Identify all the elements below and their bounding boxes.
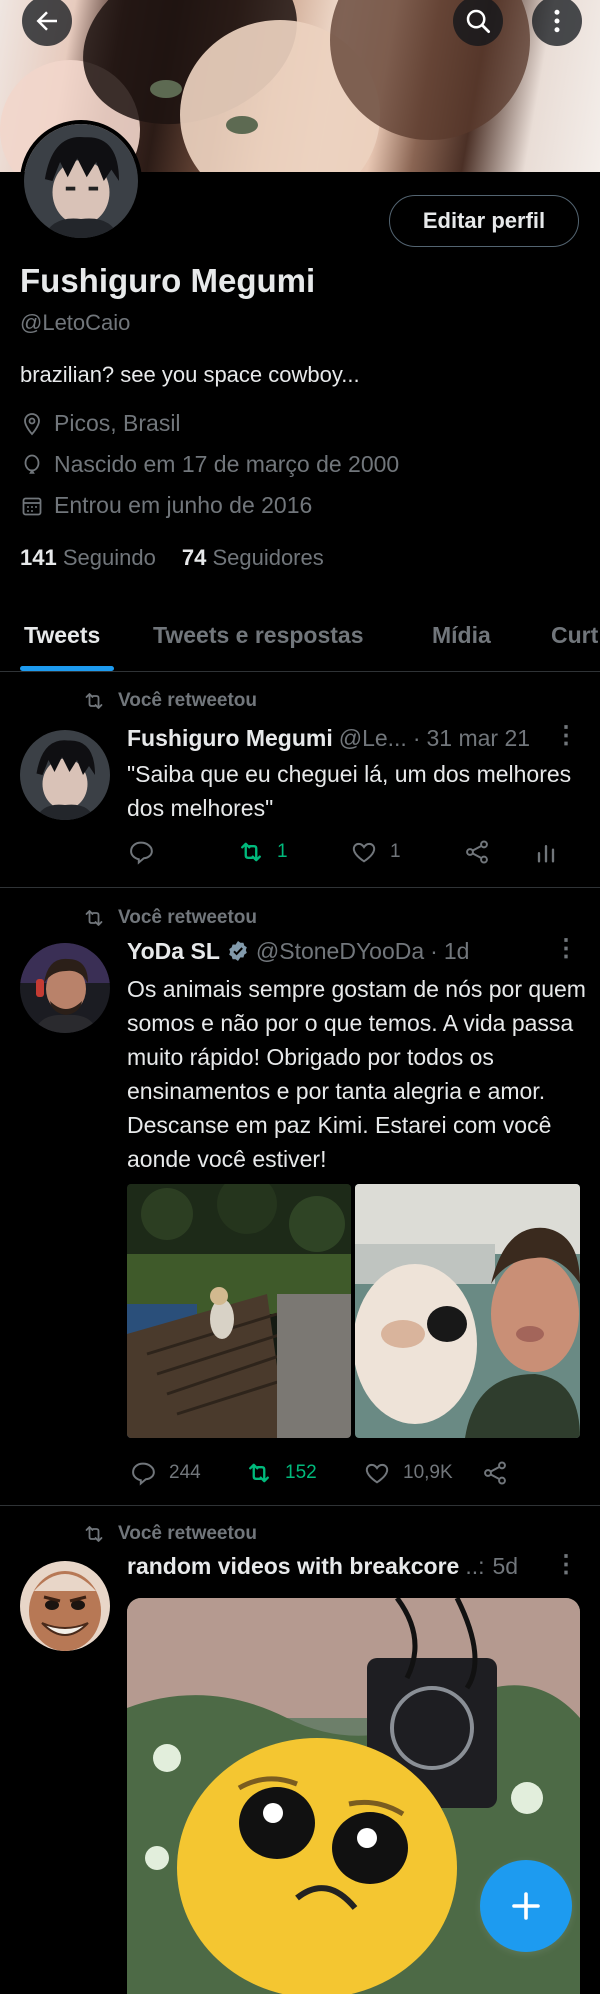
location-pin-icon: [24, 412, 40, 435]
retweet-count: 1: [277, 841, 288, 862]
plus-icon: [512, 1892, 540, 1920]
tweet-timestamp[interactable]: 31 mar 21: [427, 725, 531, 752]
reply-icon: [130, 841, 153, 865]
analytics-button[interactable]: [532, 838, 560, 866]
tweet-photo-1[interactable]: [127, 1184, 351, 1438]
tweet-more-icon[interactable]: ⋮: [554, 721, 578, 750]
tweet-author-handle[interactable]: ..:: [465, 1553, 484, 1580]
following-count: 141: [20, 545, 57, 570]
birthdate-text: Nascido em 17 de março de 2000: [54, 451, 400, 477]
heart-icon: [365, 1463, 389, 1484]
retweet-icon: [249, 1463, 269, 1483]
heart-icon: [352, 842, 376, 863]
calendar-icon: [22, 497, 42, 515]
tweet-actions: 244 152 10,9K: [127, 1459, 567, 1491]
tweet-more-icon[interactable]: ⋮: [554, 1550, 578, 1579]
tweet-timestamp[interactable]: 1d: [444, 938, 470, 965]
like-button[interactable]: 1: [350, 838, 401, 866]
tweet-item[interactable]: Você retweetou Fushiguro Megumi @Le... ·…: [0, 673, 600, 888]
location-text: Picos, Brasil: [54, 410, 181, 436]
tab-tweets[interactable]: Tweets: [24, 622, 100, 649]
retweet-icon: [85, 910, 103, 926]
retweet-context: Você retweetou: [82, 689, 257, 713]
profile-name: Fushiguro Megumi: [20, 262, 316, 299]
tweet-item[interactable]: Você retweetou YoDa SL @StoneDYooDa · 1d…: [0, 888, 600, 1506]
retweet-icon: [85, 693, 103, 709]
retweet-icon: [85, 1526, 103, 1542]
edit-profile-button[interactable]: Editar perfil: [389, 195, 579, 247]
separator-dot: ·: [412, 724, 421, 751]
tweet-header: Fushiguro Megumi @Le... · 31 mar 21: [127, 723, 580, 753]
search-icon: [466, 9, 490, 33]
tweet-author-name[interactable]: YoDa SL: [127, 938, 220, 965]
more-vertical-icon: [554, 9, 560, 33]
retweet-button[interactable]: 152: [245, 1459, 317, 1487]
tweet-author-handle[interactable]: @Le...: [339, 725, 407, 752]
tab-tweets-replies[interactable]: Tweets e respostas: [153, 622, 364, 649]
tweet-author-name[interactable]: random videos with breakcore: [127, 1553, 459, 1580]
active-tab-indicator: [20, 666, 114, 671]
tweet-header: YoDa SL @StoneDYooDa · 1d: [127, 936, 580, 966]
avatar-art: [20, 730, 110, 820]
reply-button[interactable]: 244: [129, 1459, 201, 1487]
tweet-avatar[interactable]: [20, 943, 110, 1033]
share-button[interactable]: [481, 1459, 509, 1487]
joined-text: Entrou em junho de 2016: [54, 492, 313, 518]
retweet-label: Você retweetou: [118, 907, 258, 928]
reply-count: 244: [169, 1462, 201, 1483]
separator-dot: ·: [430, 937, 438, 964]
retweet-context: Você retweetou: [82, 1522, 257, 1546]
arrow-left-icon: [36, 11, 57, 31]
tweet-timestamp[interactable]: 5d: [493, 1553, 519, 1580]
compose-tweet-button[interactable]: [480, 1860, 572, 1952]
retweet-icon: [241, 842, 261, 862]
like-count: 1: [390, 841, 401, 862]
avatar-art: [20, 943, 110, 1033]
profile-bio: brazilian? see you space cowboy...: [20, 362, 360, 387]
tweet-avatar[interactable]: [20, 730, 110, 820]
profile-tabs: Tweets Tweets e respostas Mídia Curt: [0, 600, 600, 672]
profile-avatar[interactable]: [20, 120, 142, 242]
retweet-count: 152: [285, 1462, 317, 1483]
tab-likes[interactable]: Curt: [551, 622, 598, 649]
retweet-button[interactable]: 1: [237, 838, 288, 866]
tweet-header: random videos with breakcore ..: 5d: [127, 1551, 580, 1581]
photo-selfie-dog: [355, 1184, 580, 1438]
tweet-photo-2[interactable]: [355, 1184, 580, 1438]
followers-label: Seguidores: [212, 545, 324, 570]
share-button[interactable]: [463, 838, 491, 866]
balloon-icon: [24, 454, 40, 474]
following-link[interactable]: 141 Seguindo: [20, 545, 156, 571]
photo-dog-deck: [127, 1184, 351, 1438]
tweet-avatar[interactable]: [20, 1561, 110, 1651]
followers-link[interactable]: 74 Seguidores: [182, 545, 324, 571]
avatar-art: [20, 1561, 110, 1651]
profile-location: Picos, Brasil: [20, 410, 181, 437]
profile-birthdate: Nascido em 17 de março de 2000: [20, 451, 399, 478]
retweet-label: Você retweetou: [118, 1523, 258, 1544]
verified-badge-icon: [226, 939, 250, 963]
reply-icon: [132, 1462, 155, 1486]
tweet-text: "Saiba que eu cheguei lá, um dos melhore…: [127, 761, 572, 821]
tab-media[interactable]: Mídia: [432, 622, 491, 649]
followers-count: 74: [181, 545, 207, 570]
tweet-author-handle[interactable]: @StoneDYooDa: [256, 938, 424, 965]
follow-stats: 141 Seguindo 74 Seguidores: [20, 545, 324, 571]
share-icon: [484, 1461, 506, 1485]
tweet-author-name[interactable]: Fushiguro Megumi: [127, 725, 333, 752]
tweet-text: Os animais sempre gostam de nós por quem…: [127, 976, 586, 1172]
like-button[interactable]: 10,9K: [363, 1459, 453, 1487]
share-icon: [466, 840, 488, 864]
like-count: 10,9K: [403, 1462, 453, 1483]
profile-joined: Entrou em junho de 2016: [20, 492, 312, 519]
analytics-icon: [537, 845, 555, 863]
following-label: Seguindo: [62, 545, 156, 570]
tweet-more-icon[interactable]: ⋮: [554, 934, 578, 963]
reply-button[interactable]: [127, 838, 155, 866]
retweet-label: Você retweetou: [118, 690, 258, 711]
retweet-context: Você retweetou: [82, 906, 257, 930]
profile-handle: @LetoCaio: [20, 310, 131, 335]
tweet-actions: 1 1: [127, 838, 567, 870]
avatar-art: [24, 124, 138, 238]
